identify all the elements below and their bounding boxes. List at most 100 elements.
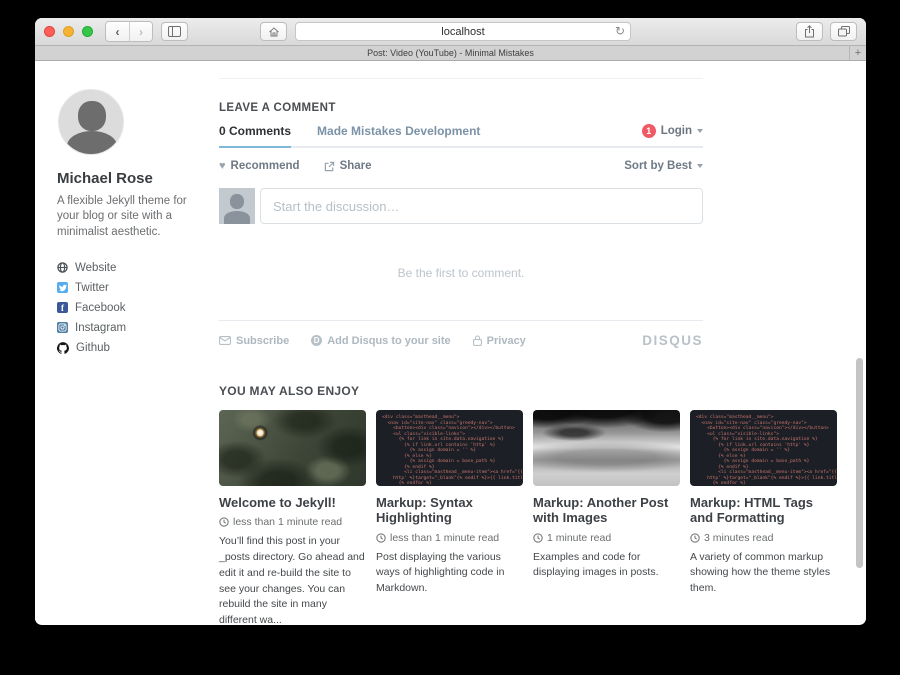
- clock-icon: [533, 533, 543, 543]
- reload-icon[interactable]: ↻: [615, 24, 625, 38]
- clock-icon: [690, 533, 700, 543]
- main-column: LEAVE A COMMENT 0 Comments Made Mistakes…: [219, 61, 839, 625]
- comments-heading: LEAVE A COMMENT: [219, 102, 839, 114]
- add-disqus-link[interactable]: D Add Disqus to your site: [311, 335, 450, 347]
- subscribe-link[interactable]: Subscribe: [219, 335, 289, 347]
- read-time: 3 minutes read: [690, 532, 837, 544]
- tab-community-name[interactable]: Made Mistakes Development: [317, 124, 480, 146]
- forward-button[interactable]: ›: [129, 22, 152, 41]
- facebook-icon: f: [57, 302, 68, 313]
- envelope-icon: [219, 336, 231, 345]
- address-bar[interactable]: localhost ↻: [295, 22, 631, 41]
- avatar: [58, 89, 124, 155]
- share-thread-button[interactable]: Share: [324, 160, 372, 172]
- teaser-image-code[interactable]: <div class="masthead__menu"> <nav id="si…: [690, 410, 837, 486]
- clock-icon: [376, 533, 386, 543]
- card-excerpt: You’ll find this post in your _posts dir…: [219, 534, 366, 625]
- related-card: <div class="masthead__menu"> <nav id="si…: [690, 410, 837, 625]
- author-link-github[interactable]: Github: [57, 338, 209, 358]
- chevron-down-icon: [697, 129, 703, 133]
- chevron-right-icon: ›: [139, 26, 143, 38]
- disqus-footer-divider: [219, 320, 703, 321]
- chevron-left-icon: ‹: [116, 26, 120, 38]
- tab-comment-count[interactable]: 0 Comments: [219, 124, 291, 148]
- author-link-instagram[interactable]: Instagram: [57, 318, 209, 338]
- tabs-overview-icon: [838, 26, 850, 37]
- comment-input[interactable]: [260, 188, 703, 224]
- teaser-image-code[interactable]: <div class="masthead__menu"> <nav id="si…: [376, 410, 523, 486]
- active-tab[interactable]: Post: Video (YouTube) - Minimal Mistakes: [367, 48, 534, 58]
- login-control[interactable]: 1 Login: [642, 124, 703, 146]
- sidebar-icon: [168, 26, 181, 37]
- sort-selector[interactable]: Sort by Best: [624, 160, 703, 172]
- disqus-footer: Subscribe D Add Disqus to your site Priv…: [219, 333, 703, 348]
- home-button[interactable]: [260, 22, 287, 41]
- browser-toolbar: ‹ › localhost ↻: [35, 18, 866, 46]
- read-time: less than 1 minute read: [219, 516, 366, 528]
- zoom-window-button[interactable]: [82, 26, 93, 37]
- chevron-down-icon: [697, 164, 703, 168]
- disqus-wordmark[interactable]: DISQUS: [642, 333, 703, 348]
- minimize-window-button[interactable]: [63, 26, 74, 37]
- avatar-silhouette: [78, 101, 106, 131]
- author-profile: Michael Rose A flexible Jekyll theme for…: [57, 89, 209, 358]
- close-window-button[interactable]: [44, 26, 55, 37]
- author-link-facebook[interactable]: f Facebook: [57, 298, 209, 318]
- author-link-website[interactable]: Website: [57, 258, 209, 278]
- share-icon: [804, 25, 815, 38]
- card-title-link[interactable]: Markup: Another Post with Images: [533, 495, 680, 526]
- comment-form: [219, 188, 703, 224]
- login-label: Login: [661, 125, 692, 137]
- empty-state-text: Be the first to comment.: [219, 266, 703, 280]
- related-cards: Welcome to Jekyll! less than 1 minute re…: [219, 410, 839, 625]
- vertical-scrollbar[interactable]: [856, 358, 863, 568]
- globe-icon: [57, 262, 68, 273]
- disqus-embed: 0 Comments Made Mistakes Development 1 L…: [219, 124, 703, 348]
- card-title-link[interactable]: Markup: Syntax Highlighting: [376, 495, 523, 526]
- author-bio: A flexible Jekyll theme for your blog or…: [57, 194, 209, 240]
- read-time: 1 minute read: [533, 532, 680, 544]
- card-title-link[interactable]: Welcome to Jekyll!: [219, 495, 366, 510]
- teaser-image-foggy-trees[interactable]: [533, 410, 680, 486]
- back-button[interactable]: ‹: [106, 22, 129, 41]
- disqus-action-row: ♥ Recommend Share Sort by Best: [219, 157, 703, 175]
- new-tab-button[interactable]: +: [849, 46, 866, 60]
- clock-icon: [219, 517, 229, 527]
- url-text: localhost: [441, 26, 484, 38]
- commenter-avatar: [219, 188, 255, 224]
- card-excerpt: Examples and code for displaying images …: [533, 550, 680, 582]
- recommend-button[interactable]: ♥ Recommend: [219, 160, 300, 172]
- teaser-image-green-foam[interactable]: [219, 410, 366, 486]
- author-name: Michael Rose: [57, 170, 209, 187]
- related-posts-section: YOU MAY ALSO ENJOY Welcome to Jekyll! le…: [219, 384, 839, 625]
- card-title-link[interactable]: Markup: HTML Tags and Formatting: [690, 495, 837, 526]
- card-excerpt: Post displaying the various ways of high…: [376, 550, 523, 597]
- home-icon: [268, 26, 280, 38]
- history-nav-group: ‹ ›: [105, 21, 153, 42]
- twitter-icon: [57, 282, 68, 293]
- instagram-icon: [57, 322, 68, 333]
- show-tabs-button[interactable]: [830, 22, 857, 41]
- page-content: Michael Rose A flexible Jekyll theme for…: [35, 61, 866, 624]
- read-time: less than 1 minute read: [376, 532, 523, 544]
- related-card: Markup: Another Post with Images 1 minut…: [533, 410, 680, 625]
- author-links: Website Twitter f Facebook Instagram: [57, 258, 209, 358]
- lock-icon: [473, 335, 482, 346]
- related-card: <div class="masthead__menu"> <nav id="si…: [376, 410, 523, 625]
- heart-icon: ♥: [219, 161, 226, 172]
- disqus-logo-icon: D: [311, 335, 322, 346]
- notification-badge: 1: [642, 124, 656, 138]
- safari-window: ‹ › localhost ↻: [35, 18, 866, 625]
- card-excerpt: A variety of common markup showing how t…: [690, 550, 837, 597]
- sidebar-toggle-button[interactable]: [161, 22, 188, 41]
- window-controls: [44, 26, 93, 37]
- post-bottom-divider: [219, 78, 703, 79]
- author-link-twitter[interactable]: Twitter: [57, 278, 209, 298]
- privacy-link[interactable]: Privacy: [473, 335, 526, 347]
- related-card: Welcome to Jekyll! less than 1 minute re…: [219, 410, 366, 625]
- github-icon: [57, 342, 69, 354]
- share-arrow-icon: [324, 161, 335, 172]
- share-button[interactable]: [796, 22, 823, 41]
- related-heading: YOU MAY ALSO ENJOY: [219, 384, 839, 398]
- tab-bar: Post: Video (YouTube) - Minimal Mistakes…: [35, 46, 866, 61]
